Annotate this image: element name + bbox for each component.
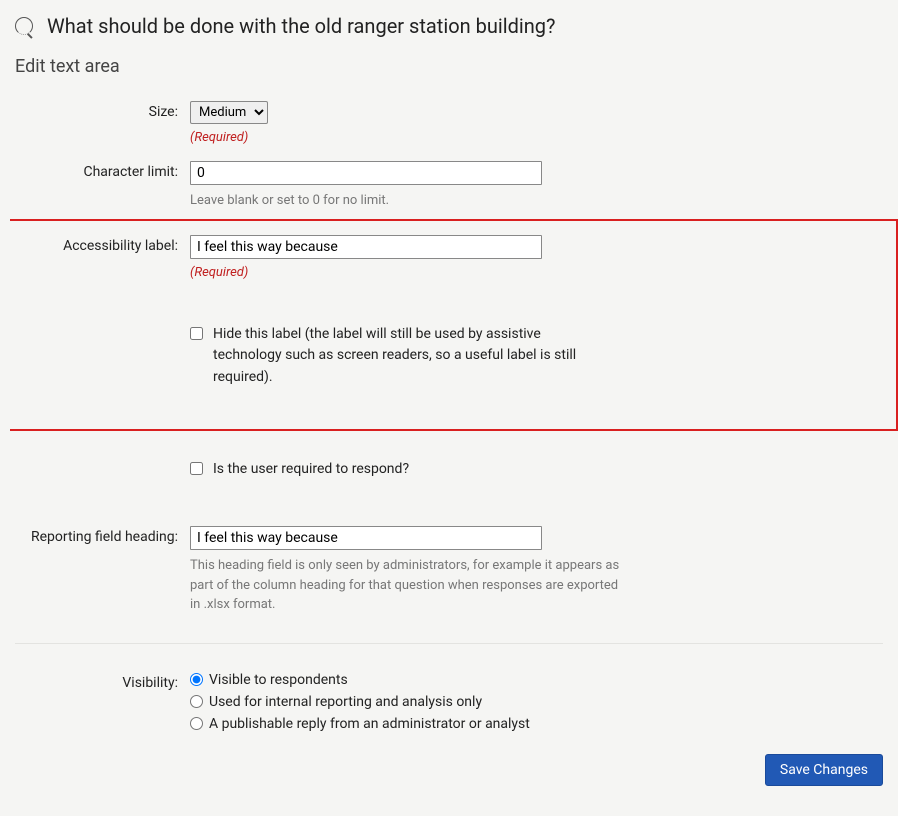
label-size: Size: — [15, 101, 190, 120]
divider — [15, 643, 883, 644]
row-accessibility-highlighted: Accessibility label: (Required) Hide thi… — [10, 219, 898, 431]
reporting-hint: This heading field is only seen by admin… — [190, 556, 630, 615]
hide-label-text: Hide this label (the label will still be… — [213, 324, 593, 389]
section-title: Edit text area — [0, 52, 898, 93]
visibility-label-1: Used for internal reporting and analysis… — [209, 694, 482, 710]
size-required: (Required) — [190, 130, 830, 145]
label-visibility: Visibility: — [15, 672, 190, 691]
row-reporting: Reporting field heading: This heading fi… — [0, 518, 898, 623]
visibility-label-2: A publishable reply from an administrato… — [209, 716, 530, 732]
label-char-limit: Character limit: — [15, 161, 190, 180]
char-limit-hint: Leave blank or set to 0 for no limit. — [190, 191, 830, 211]
required-response-checkbox[interactable] — [190, 462, 203, 475]
required-response-label: Is the user required to respond? — [213, 459, 409, 481]
save-button[interactable]: Save Changes — [765, 754, 883, 786]
row-visibility: Visibility: Visible to respondents Used … — [0, 664, 898, 746]
row-size: Size: Small Medium Large (Required) — [0, 93, 898, 153]
visibility-radio-2[interactable] — [190, 717, 203, 730]
visibility-label-0: Visible to respondents — [209, 672, 348, 688]
row-required-response: Is the user required to respond? — [0, 451, 898, 489]
row-char-limit: Character limit: Leave blank or set to 0… — [0, 153, 898, 219]
visibility-radio-1[interactable] — [190, 695, 203, 708]
page-title: What should be done with the old ranger … — [47, 14, 555, 38]
label-reporting: Reporting field heading: — [15, 526, 190, 545]
label-accessibility: Accessibility label: — [25, 235, 190, 254]
visibility-radio-0[interactable] — [190, 673, 203, 686]
hide-label-checkbox[interactable] — [190, 327, 203, 340]
page-header: What should be done with the old ranger … — [0, 10, 898, 52]
accessibility-required: (Required) — [190, 265, 830, 280]
char-limit-input[interactable] — [190, 161, 542, 185]
accessibility-input[interactable] — [190, 235, 542, 259]
size-select[interactable]: Small Medium Large — [190, 101, 268, 124]
reporting-input[interactable] — [190, 526, 542, 550]
question-icon — [15, 17, 33, 35]
